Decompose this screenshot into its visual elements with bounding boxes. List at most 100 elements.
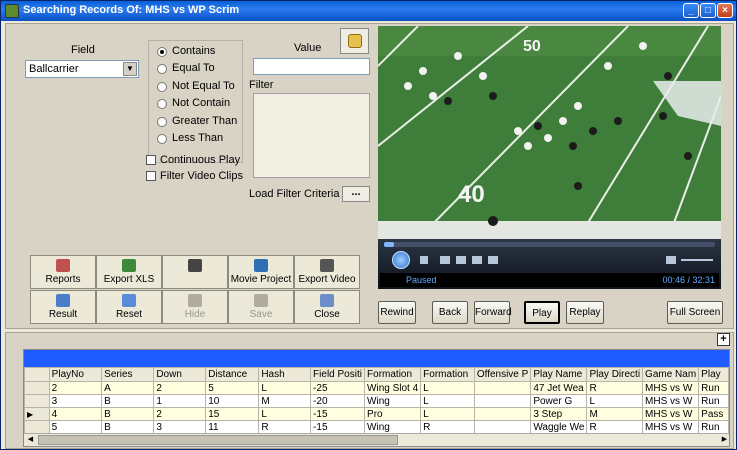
next-icon[interactable] [488, 256, 498, 264]
table-cell[interactable]: Wing Slot 4 [364, 381, 422, 395]
table-cell[interactable]: 15 [205, 407, 260, 421]
table-cell[interactable] [473, 394, 532, 408]
radio-dot[interactable] [157, 116, 167, 127]
table-cell[interactable]: -25 [310, 381, 366, 395]
rewind-icon[interactable] [456, 256, 466, 264]
table-cell[interactable]: L [258, 381, 312, 395]
column-header[interactable]: Play [698, 367, 729, 382]
column-header[interactable]: Game Nam [642, 367, 700, 382]
table-cell[interactable]: Run [698, 381, 729, 395]
seek-bar[interactable] [384, 242, 715, 247]
table-cell[interactable]: L [420, 394, 475, 408]
table-cell[interactable]: -15 [310, 420, 366, 434]
export-xls-button[interactable]: Export XLS [96, 255, 162, 289]
replay-button[interactable]: Replay [566, 301, 604, 324]
table-cell[interactable]: Run [698, 420, 729, 434]
table-cell[interactable]: 2 [48, 381, 103, 395]
table-cell[interactable] [473, 407, 532, 421]
scroll-left-icon[interactable]: ◀ [24, 434, 37, 446]
table-cell[interactable]: 3 Step [530, 407, 588, 421]
close-button[interactable]: Close [294, 290, 360, 324]
radio-dot[interactable] [157, 47, 167, 57]
close-button[interactable]: × [717, 3, 733, 18]
table-cell[interactable]: R [420, 420, 475, 434]
key-button[interactable] [340, 28, 369, 54]
table-cell[interactable]: Wing [364, 420, 422, 434]
movie-project-button[interactable]: Movie Project [228, 255, 294, 289]
value-input[interactable] [253, 58, 370, 75]
table-cell[interactable]: Power G [530, 394, 588, 408]
reset-button[interactable]: Reset [96, 290, 162, 324]
column-header[interactable]: PlayNo [48, 367, 103, 382]
previous-icon[interactable] [440, 256, 450, 264]
table-cell[interactable]: Run [698, 394, 729, 408]
play-button[interactable]: Play [524, 301, 560, 324]
column-header[interactable]: Formation [420, 367, 475, 382]
column-header[interactable]: Distance [205, 367, 260, 382]
minimize-button[interactable]: _ [683, 3, 699, 18]
table-cell[interactable]: MHS vs W [642, 381, 700, 395]
table-cell[interactable]: -20 [310, 394, 366, 408]
column-header[interactable]: Series [101, 367, 155, 382]
table-cell[interactable]: Waggle We [530, 420, 588, 434]
radio-dot[interactable] [157, 134, 167, 144]
table-cell[interactable]: L [420, 381, 475, 395]
horizontal-scrollbar[interactable]: ◀ ▶ [24, 433, 729, 446]
scroll-right-icon[interactable]: ▶ [718, 434, 729, 446]
load-filter-button[interactable]: ... [342, 186, 370, 202]
table-cell[interactable] [473, 381, 532, 395]
table-cell[interactable]: 11 [205, 420, 260, 434]
filter-textarea[interactable] [253, 93, 370, 178]
maximize-button[interactable]: □ [700, 3, 716, 18]
table-cell[interactable]: R [258, 420, 312, 434]
stop-icon[interactable] [420, 256, 428, 264]
play-pause-icon[interactable] [392, 251, 410, 269]
radio-dot[interactable] [157, 81, 167, 92]
table-cell[interactable]: R [586, 420, 644, 434]
full-screen-button[interactable]: Full Screen [667, 301, 723, 324]
checkbox-box[interactable] [146, 171, 156, 181]
volume-slider[interactable] [681, 259, 713, 261]
table-cell[interactable]: Pro [364, 407, 422, 421]
table-row[interactable]: 2 A 2 5 L -25 Wing Slot 4 L 47 Jet Wea R MHS vs WR… [24, 381, 729, 395]
table-cell[interactable]: 2 [153, 407, 207, 421]
export-video-button[interactable]: Export Video [294, 255, 360, 289]
checkbox-box[interactable] [146, 155, 156, 165]
table-cell[interactable]: 2 [153, 381, 207, 395]
table-cell[interactable]: Wing [364, 394, 422, 408]
table-cell[interactable]: B [101, 420, 155, 434]
table-cell[interactable]: MHS vs W [642, 394, 700, 408]
table-cell[interactable]: A [101, 381, 155, 395]
table-cell[interactable]: MHS vs W [642, 420, 700, 434]
field-dropdown[interactable]: Ballcarrier ▼ [25, 60, 139, 78]
table-cell[interactable]: M [258, 394, 312, 408]
row-selector[interactable] [24, 394, 50, 408]
column-header[interactable]: Offensive P [473, 367, 532, 382]
table-cell[interactable]: Pass [698, 407, 729, 421]
row-selector[interactable]: ▶ [24, 407, 50, 421]
table-cell[interactable]: 3 [48, 394, 103, 408]
scroll-thumb[interactable] [38, 435, 398, 445]
rewind-button[interactable]: Rewind [378, 301, 416, 324]
reports-button[interactable]: Reports [30, 255, 96, 289]
forward-button[interactable]: Forward [474, 301, 512, 324]
column-header[interactable]: Field Positi [310, 367, 366, 382]
column-header[interactable]: Play Name [530, 367, 588, 382]
table-cell[interactable]: L [586, 394, 644, 408]
table-cell[interactable]: L [420, 407, 475, 421]
back-button[interactable]: Back [432, 301, 468, 324]
table-cell[interactable]: M [586, 407, 644, 421]
table-cell[interactable]: 47 Jet Wea [530, 381, 588, 395]
table-cell[interactable]: B [101, 394, 155, 408]
column-header[interactable]: Play Directi [586, 367, 644, 382]
chevron-down-icon[interactable]: ▼ [123, 62, 137, 76]
table-row[interactable]: ▶ 4 B 2 15 L -15 Pro L 3 Step M MHS vs W Pass [24, 407, 729, 421]
expand-button[interactable]: + [717, 333, 730, 346]
column-header[interactable]: Down [153, 367, 207, 382]
table-cell[interactable]: 5 [48, 420, 103, 434]
table-cell[interactable]: 3 [153, 420, 207, 434]
column-header[interactable]: Formation [364, 367, 422, 382]
table-cell[interactable]: R [586, 381, 644, 395]
column-header[interactable]: Hash [258, 367, 312, 382]
volume-icon[interactable] [666, 256, 676, 264]
